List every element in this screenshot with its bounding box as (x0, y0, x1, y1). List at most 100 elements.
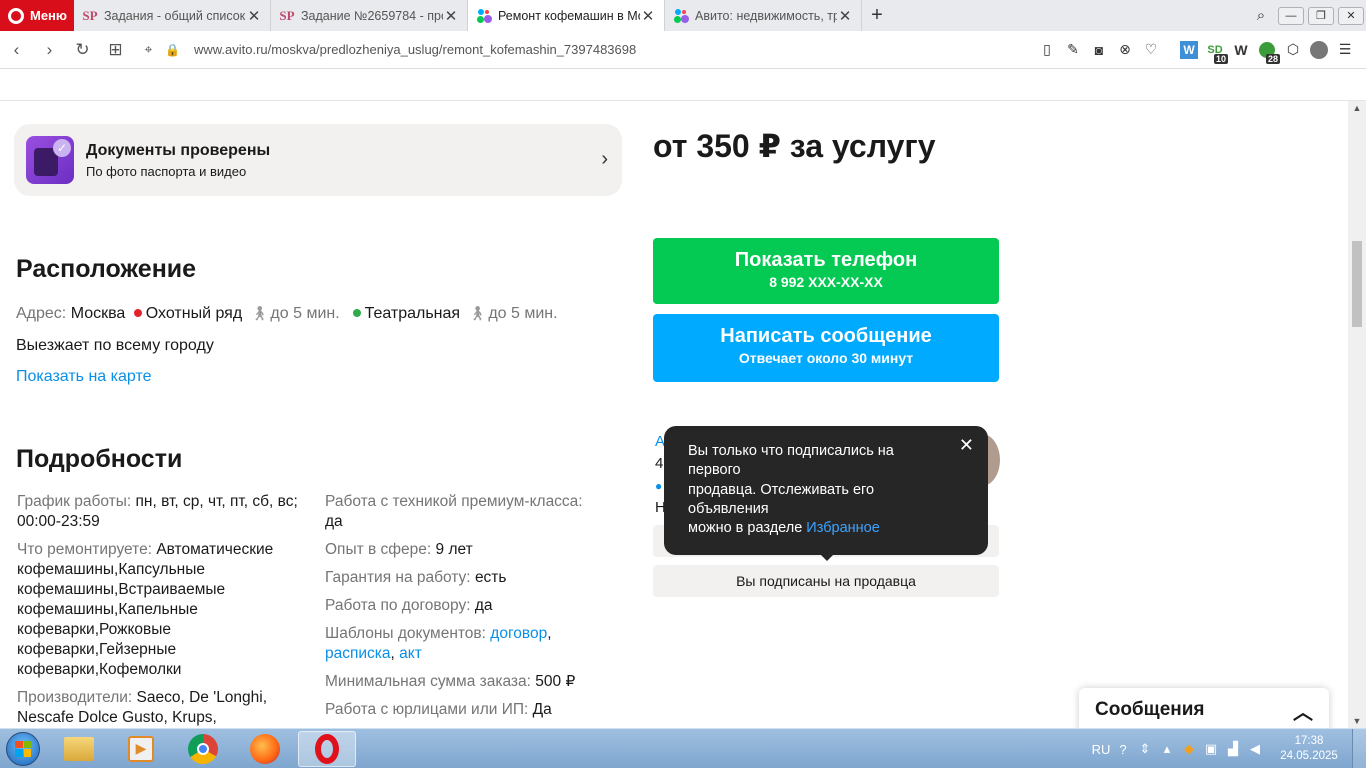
tab-close-icon[interactable]: ✕ (443, 7, 459, 25)
taskbar-explorer[interactable] (50, 731, 108, 767)
chevron-up-icon[interactable]: ︿ (1293, 696, 1313, 725)
taskbar-clock[interactable]: 17:38 24.05.2025 (1266, 734, 1352, 764)
tab-close-icon[interactable]: ✕ (640, 7, 656, 25)
close-window-button[interactable]: ✕ (1338, 6, 1364, 25)
extension-vk-icon[interactable]: 28 (1254, 39, 1280, 64)
detail-what-repair: Что ремонтируете: Автоматические кофемаш… (17, 541, 274, 678)
tab-close-icon[interactable]: ✕ (837, 7, 853, 25)
lock-icon[interactable]: 🔒 (165, 43, 180, 57)
subscribed-to-seller-button[interactable]: Вы подписаны на продавца (653, 565, 999, 597)
walking-person-icon: 🚶︎ (250, 305, 269, 321)
extensions-cube-icon[interactable]: ⬡ (1280, 39, 1306, 61)
contract-link[interactable]: договор (490, 625, 547, 642)
opera-logo-icon (8, 7, 24, 24)
taskbar-chrome[interactable] (174, 731, 232, 767)
avito-favicon-icon (673, 8, 689, 24)
show-phone-button[interactable]: Показать телефон 8 992 XXX-XX-XX (653, 238, 999, 304)
sp-favicon-icon: SP (82, 7, 98, 23)
forward-arrow-icon[interactable]: › (33, 40, 66, 60)
url-field[interactable]: www.avito.ru/moskva/predlozheniya_uslug/… (194, 42, 1034, 57)
extension-w-icon[interactable]: W (1176, 39, 1202, 61)
profile-avatar-icon[interactable] (1306, 39, 1332, 61)
antivirus-icon[interactable]: ◆ (1178, 741, 1200, 757)
show-hidden-icons-icon[interactable]: ▴ (1156, 741, 1178, 757)
tab-tasks-list[interactable]: SP Задания - общий список з ✕ (74, 0, 271, 31)
extension-sd-icon[interactable]: SD 10 (1202, 39, 1228, 64)
service-price: от 350 ₽ за услугу (653, 128, 936, 164)
tab-coffee-repair[interactable]: Ремонт кофемашин в Мос ✕ (468, 0, 665, 31)
restore-button[interactable]: ❐ (1308, 6, 1334, 25)
metro-station-1: Охотный ряд (145, 305, 243, 322)
location-heading: Расположение (16, 255, 197, 283)
network-signal-icon[interactable]: ▟ (1222, 741, 1244, 757)
tab-title: Авито: недвижимость, тра (695, 8, 837, 23)
start-button[interactable] (0, 729, 46, 768)
messages-panel[interactable]: Сообщения ︿ (1079, 688, 1329, 728)
edit-icon[interactable]: ✎ (1060, 39, 1086, 61)
tab-title: Ремонт кофемашин в Мос (498, 8, 640, 23)
address-bar: ‹ › ↻ ⊞ ⌖ 🔒 www.avito.ru/moskva/predlozh… (0, 31, 1366, 69)
clock-time: 17:38 (1294, 735, 1324, 747)
taskbar-opera[interactable] (298, 730, 356, 767)
details-heading: Подробности (16, 445, 183, 473)
write-message-button[interactable]: Написать сообщение Отвечает около 30 мин… (653, 314, 999, 382)
scroll-down-arrow-icon[interactable]: ▼ (1348, 716, 1366, 726)
detail-premium: Работа с техникой премиум-класса: да (325, 493, 583, 530)
back-arrow-icon[interactable]: ‹ (0, 40, 33, 60)
scroll-up-arrow-icon[interactable]: ▲ (1348, 103, 1366, 113)
taskbar-firefox[interactable] (236, 731, 294, 767)
walking-person-icon: 🚶︎ (468, 305, 487, 321)
reader-mode-icon[interactable]: ▯ (1034, 39, 1060, 61)
metro-red-dot-icon (133, 309, 142, 318)
subscription-tooltip: ✕ Вы только что подписались на первого п… (664, 426, 988, 561)
adblock-icon[interactable]: ⊗ (1112, 39, 1138, 61)
show-desktop-button[interactable] (1352, 729, 1366, 768)
receipt-link[interactable]: расписка (325, 645, 391, 662)
volume-icon[interactable]: ◀︎ (1244, 741, 1266, 757)
detail-legal-entities: Работа с юрлицами или ИП: Да (325, 701, 552, 718)
tooltip-close-icon[interactable]: ✕ (959, 435, 974, 455)
response-time-text: Отвечает около 30 минут (738, 350, 914, 366)
show-on-map-link[interactable]: Показать на карте (16, 368, 151, 386)
camera-snapshot-icon[interactable]: ◙ (1086, 39, 1112, 61)
new-tab-plus-icon[interactable]: + (862, 0, 892, 31)
tab-title: Задания - общий список з (104, 8, 246, 23)
heart-bookmark-icon[interactable]: ♡ (1138, 39, 1164, 61)
favorites-link[interactable]: Избранное (806, 520, 879, 536)
taskbar-media-player[interactable]: ▶ (112, 731, 170, 767)
details-left-column: График работы: пн, вт, ср, чт, пт, сб, в… (17, 492, 307, 728)
page-scrollbar[interactable]: ▲ ▼ (1348, 101, 1366, 728)
easy-setup-menu-icon[interactable]: ☰ (1332, 39, 1358, 61)
doc-card-subtitle: По фото паспорта и видео (86, 163, 247, 179)
detail-experience: Опыт в сфере: 9 лет (325, 541, 473, 558)
speed-dial-grid-icon[interactable]: ⊞ (99, 40, 132, 60)
address-bar-actions: ▯ ✎ ◙ ⊗ ♡ W SD 10 W 28 ⬡ ☰ (1034, 39, 1366, 64)
help-icon[interactable]: ? (1112, 742, 1134, 757)
system-tray: RU ? ⇕ ▴ ◆ ▣ ▟ ◀︎ 17:38 24.05.2025 (1090, 729, 1366, 768)
verified-id-icon: ✓ (26, 136, 74, 184)
masked-phone-number: 8 992 XXX-XX-XX (769, 274, 883, 290)
tab-avito-home[interactable]: Авито: недвижимость, тра ✕ (665, 0, 862, 31)
tray-updown-icon[interactable]: ⇕ (1134, 741, 1156, 757)
act-link[interactable]: акт (399, 645, 422, 662)
windows-taskbar: ▶ RU ? ⇕ ▴ ◆ ▣ ▟ ◀︎ 17:38 24.05.2025 (0, 728, 1366, 768)
minimize-button[interactable]: — (1278, 6, 1304, 25)
scrollbar-thumb[interactable] (1352, 241, 1362, 327)
browser-toolbar-gap (0, 69, 1366, 101)
opera-menu-button[interactable]: Меню (0, 0, 74, 31)
firefox-icon (250, 733, 280, 764)
chrome-icon (188, 733, 218, 764)
documents-verified-card[interactable]: ✓ Документы проверены По фото паспорта и… (14, 124, 622, 196)
tab-close-icon[interactable]: ✕ (246, 7, 262, 25)
avito-favicon-icon (476, 8, 492, 24)
extension-w-dark-icon[interactable]: W (1228, 39, 1254, 61)
tab-task-2659784[interactable]: SP Задание №2659784 - прос ✕ (271, 0, 468, 31)
clipboard-icon[interactable]: ▣ (1200, 741, 1222, 757)
travels-city-text: Выезжает по всему городу (16, 337, 214, 354)
separator (1164, 39, 1176, 61)
language-indicator[interactable]: RU (1090, 742, 1112, 757)
tab-search-icon[interactable]: ⌕ (1246, 7, 1276, 24)
avito-listing-page: ✓ Документы проверены По фото паспорта и… (0, 101, 1348, 728)
reload-icon[interactable]: ↻ (66, 40, 99, 60)
location-pin-icon[interactable]: ⌖ (132, 41, 165, 58)
